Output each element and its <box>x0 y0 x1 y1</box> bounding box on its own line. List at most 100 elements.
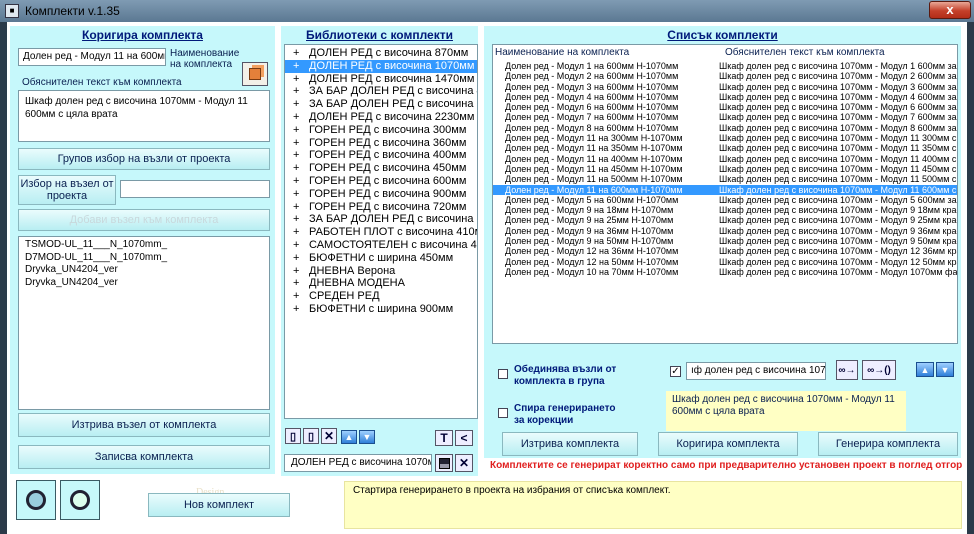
table-row[interactable]: Долен ред - Модул 1 на 600мм Н-1070мм Шка… <box>493 61 957 71</box>
table-row[interactable]: Долен ред - Модул 12 на 50мм Н-1070мм Шка… <box>493 257 957 267</box>
library-item[interactable]: + ДНЕВНА Верона <box>285 265 477 278</box>
library-item[interactable]: + СРЕДЕН РЕД <box>285 290 477 303</box>
library-item[interactable]: + ДОЛЕН РЕД с височина 1470мм <box>285 73 477 86</box>
library-item[interactable]: + РАБОТЕН ПЛОТ с височина 410мм <box>285 226 477 239</box>
new-doc-button[interactable]: ▯ <box>285 428 301 444</box>
expand-icon[interactable]: + <box>293 226 309 239</box>
expand-icon[interactable]: + <box>293 60 309 73</box>
expand-icon[interactable]: + <box>293 124 309 137</box>
node-list-item[interactable]: Dryvka_UN4204_ver <box>25 277 263 290</box>
library-item[interactable]: + ДОЛЕН РЕД с височина 1070мм <box>285 59 477 73</box>
move-down-button[interactable]: ▼ <box>359 430 375 444</box>
expand-icon[interactable]: + <box>293 265 309 278</box>
table-row[interactable]: Долен ред - Модул 11 на 450мм Н-1070мм Шк… <box>493 164 957 174</box>
table-row[interactable]: Долен ред - Модул 11 на 350мм Н-1070мм Шк… <box>493 143 957 153</box>
library-item[interactable]: + ЗА БАР ДОЛЕН РЕД с височина 500 <box>285 98 477 111</box>
expand-icon[interactable]: + <box>293 213 309 226</box>
expand-icon[interactable]: + <box>293 175 309 188</box>
library-item[interactable]: + ГОРЕН РЕД с височина 360мм <box>285 137 477 150</box>
expand-icon[interactable]: + <box>293 85 309 98</box>
table-row[interactable]: Долен ред - Модул 12 на 36мм Н-1070мм Шка… <box>493 246 957 256</box>
node-list-item[interactable]: TSMOD-UL_11___N_1070mm_ <box>25 239 263 252</box>
move-up-button[interactable]: ▲ <box>341 430 357 444</box>
table-row[interactable]: Долен ред - Модул 3 на 600мм Н-1070мм Шка… <box>493 82 957 92</box>
table-row[interactable]: Долен ред - Модул 2 на 600мм Н-1070мм Шка… <box>493 71 957 81</box>
table-row[interactable]: Долен ред - Модул 9 на 18мм Н-1070мм Шкаф… <box>493 205 957 215</box>
expand-icon[interactable]: + <box>293 162 309 175</box>
library-item[interactable]: + ЗА БАР ДОЛЕН РЕД с височина 450 <box>285 85 477 98</box>
list-move-down-button[interactable]: ▼ <box>936 362 954 377</box>
set-name-input[interactable]: Долен ред - Модул 11 на 600мм Н <box>18 48 166 66</box>
table-row[interactable]: Долен ред - Модул 9 на 50мм Н-1070мм Шкаф… <box>493 236 957 246</box>
add-node-button[interactable]: Добави възел към комплекта <box>18 209 270 231</box>
table-row[interactable]: Долен ред - Модул 11 на 600мм Н-1070мм Шк… <box>493 184 957 195</box>
library-item[interactable]: + ГОРЕН РЕД с височина 900мм <box>285 188 477 201</box>
expand-icon[interactable]: + <box>293 73 309 86</box>
expand-icon[interactable]: + <box>293 239 309 252</box>
delete-node-button[interactable]: Изтрива възел от комплекта <box>18 413 270 437</box>
library-item[interactable]: + ДОЛЕН РЕД с височина 870мм <box>285 47 477 60</box>
expand-icon[interactable]: + <box>293 111 309 124</box>
close-button[interactable]: x <box>929 1 971 19</box>
library-item[interactable]: + ДНЕВНА МОДЕНА <box>285 277 477 290</box>
search-input[interactable]: ıф долен ред с височина 1070мм <box>686 362 826 380</box>
delete-library-button[interactable]: ✕ <box>321 428 337 444</box>
table-row[interactable]: Долен ред - Модул 5 на 600мм Н-1070мм Шка… <box>493 195 957 205</box>
zoom-node-button[interactable] <box>60 480 100 520</box>
save-set-button[interactable]: Записва комплекта <box>18 445 270 469</box>
save-library-button[interactable] <box>435 454 453 472</box>
expand-icon[interactable]: + <box>293 303 309 316</box>
text-button[interactable]: T <box>435 430 453 446</box>
delete-set-button[interactable]: Изтрива комплекта <box>502 432 638 456</box>
expand-icon[interactable]: + <box>293 149 309 162</box>
expand-icon[interactable]: + <box>293 188 309 201</box>
zoom-set-button[interactable] <box>16 480 56 520</box>
table-row[interactable]: Долен ред - Модул 9 на 25мм Н-1070мм Шкаф… <box>493 215 957 225</box>
table-row[interactable]: Долен ред - Модул 10 на 70мм Н-1070мм Шка… <box>493 267 957 277</box>
library-item[interactable]: + ГОРЕН РЕД с височина 600мм <box>285 175 477 188</box>
library-item[interactable]: + ГОРЕН РЕД с височина 300мм <box>285 124 477 137</box>
library-item[interactable]: +САМОСТОЯТЕЛЕН с височина 450м <box>285 239 477 252</box>
search-checkbox[interactable]: ✓ <box>670 366 681 377</box>
group-select-nodes-button[interactable]: Групов избор на възли от проекта <box>18 148 270 170</box>
node-list-item[interactable]: Dryvka_UN4204_ver <box>25 264 263 277</box>
expand-icon[interactable]: + <box>293 47 309 60</box>
library-item[interactable]: + ДОЛЕН РЕД с височина 2230мм <box>285 111 477 124</box>
mandatory-text-area[interactable]: Шкаф долен ред с височина 1070мм - Модул… <box>18 90 270 142</box>
new-set-button[interactable]: Нов комплект <box>148 493 290 517</box>
expand-icon[interactable]: + <box>293 252 309 265</box>
table-row[interactable]: Долен ред - Модул 8 на 600мм Н-1070мм Шка… <box>493 123 957 133</box>
expand-icon[interactable]: + <box>293 201 309 214</box>
table-row[interactable]: Долен ред - Модул 11 на 500мм Н-1070мм Шк… <box>493 174 957 184</box>
table-row[interactable]: Долен ред - Модул 11 на 400мм Н-1070мм Шк… <box>493 154 957 164</box>
library-name-input[interactable]: ДОЛЕН РЕД с височина 1070мм <box>284 454 432 472</box>
edit-set-button[interactable]: Коригира комплекта <box>658 432 798 456</box>
merge-checkbox[interactable] <box>498 369 508 379</box>
back-button[interactable]: < <box>455 430 473 446</box>
node-list[interactable]: TSMOD-UL_11___N_1070mm_ D7MOD-UL_11___N_1… <box>18 236 270 410</box>
table-row[interactable]: Долен ред - Модул 11 на 300мм Н-1070мм Шк… <box>493 133 957 143</box>
library-item[interactable]: + ЗА БАР ДОЛЕН РЕД с височина 870 <box>285 213 477 226</box>
generate-set-button[interactable]: Генерира комплекта <box>818 432 958 456</box>
library-item[interactable]: + ГОРЕН РЕД с височина 720мм <box>285 201 477 214</box>
table-row[interactable]: Долен ред - Модул 7 на 600мм Н-1070мм Шка… <box>493 112 957 122</box>
table-row[interactable]: Долен ред - Модул 6 на 600мм Н-1070мм Шка… <box>493 102 957 112</box>
find-all-button[interactable]: ∞→() <box>862 360 896 380</box>
library-item[interactable]: + ГОРЕН РЕД с височина 450мм <box>285 162 477 175</box>
expand-icon[interactable]: + <box>293 290 309 303</box>
node-list-item[interactable]: D7MOD-UL_11___N_1070mm_ <box>25 252 263 265</box>
table-row[interactable]: Долен ред - Модул 4 на 600мм Н-1070мм Шка… <box>493 92 957 102</box>
selected-node-input[interactable] <box>120 180 270 198</box>
expand-icon[interactable]: + <box>293 98 309 111</box>
set-list-table[interactable]: Наименование на комплекта Обяснителен те… <box>492 44 958 344</box>
table-row[interactable]: Долен ред - Модул 9 на 36мм Н-1070мм Шкаф… <box>493 226 957 236</box>
select-node-button[interactable]: Избор на възел от проекта <box>18 175 116 205</box>
library-item[interactable]: + ГОРЕН РЕД с височина 400мм <box>285 149 477 162</box>
expand-icon[interactable]: + <box>293 137 309 150</box>
stop-checkbox[interactable] <box>498 408 508 418</box>
list-move-up-button[interactable]: ▲ <box>916 362 934 377</box>
library-tree[interactable]: + ДОЛЕН РЕД с височина 870мм + ДОЛЕН РЕД с … <box>284 44 478 419</box>
library-item[interactable]: + БЮФЕТНИ с ширина 450мм <box>285 252 477 265</box>
library-item[interactable]: + БЮФЕТНИ с ширина 900мм <box>285 303 477 316</box>
expand-icon[interactable]: + <box>293 277 309 290</box>
